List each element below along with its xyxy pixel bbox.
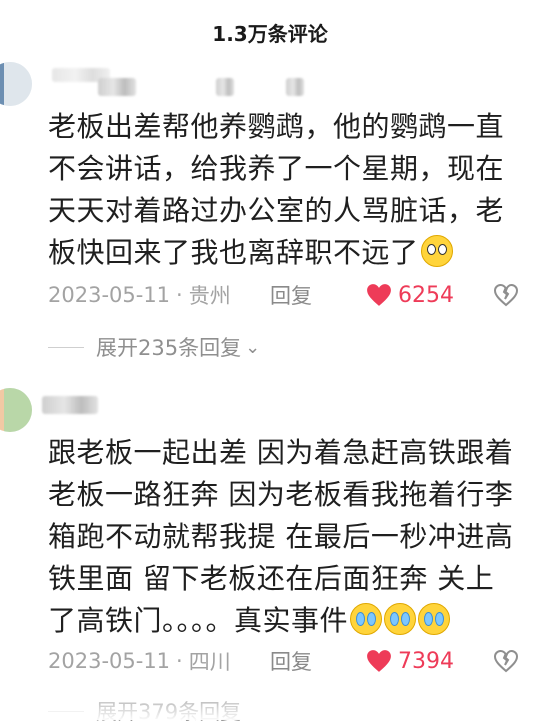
comment-text: 老板出差帮他养鹦鹉，他的鹦鹉一直不会讲话，给我养了一个星期，现在天天对着路过办公… <box>48 106 518 274</box>
username-blurred <box>216 78 234 96</box>
comment-date: 2023-05-11 <box>48 283 171 307</box>
comment-location: 贵州 <box>188 284 231 308</box>
avatar[interactable] <box>0 62 32 106</box>
comment-text: 跟老板一起出差 因为着急赶高铁跟着老板一路狂奔 因为老板看我拖着行李箱跑不动就帮… <box>48 432 518 642</box>
dislike-broken-heart-icon[interactable] <box>492 281 520 309</box>
comment-meta: 2023-05-11 · 四川 回复 <box>48 646 312 676</box>
username-blurred <box>286 78 304 96</box>
bottom-fade <box>0 696 540 720</box>
expand-replies-label: 展开235条回复 <box>96 336 242 360</box>
crying-laughing-emoji-icon <box>350 603 383 635</box>
crying-laughing-emoji-icon <box>384 603 417 635</box>
expand-replies-button[interactable]: 展开235条回复 ⌄ <box>48 332 260 362</box>
meta-separator: · <box>176 283 183 307</box>
like-button[interactable]: 6254 <box>366 280 454 310</box>
grinning-emoji-icon <box>420 235 453 267</box>
dislike-broken-heart-icon[interactable] <box>492 647 520 675</box>
crying-laughing-emoji-icon <box>418 603 451 635</box>
meta-separator: · <box>176 649 183 673</box>
heart-icon <box>367 284 391 306</box>
chevron-down-icon: ⌄ <box>245 336 261 358</box>
like-button[interactable]: 7394 <box>366 646 454 676</box>
comment-location: 四川 <box>188 650 231 674</box>
like-count: 6254 <box>398 282 454 308</box>
reply-button[interactable]: 回复 <box>270 280 312 310</box>
comment-count-title: 1.3万条评论 <box>212 22 328 46</box>
heart-icon <box>367 650 391 672</box>
username-blurred[interactable] <box>42 396 98 414</box>
comment-date: 2023-05-11 <box>48 649 171 673</box>
reply-button[interactable]: 回复 <box>270 646 312 676</box>
username-blurred <box>98 78 136 96</box>
like-count: 7394 <box>398 648 454 674</box>
avatar[interactable] <box>0 388 32 432</box>
divider-line <box>48 346 84 348</box>
comment-meta: 2023-05-11 · 贵州 回复 <box>48 280 312 310</box>
